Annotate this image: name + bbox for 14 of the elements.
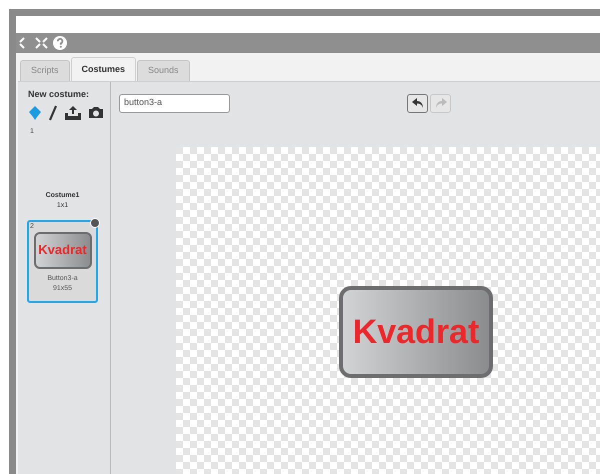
- upload-icon[interactable]: [64, 104, 82, 120]
- camera-icon[interactable]: [88, 106, 104, 119]
- undo-arrow-icon: [412, 98, 424, 108]
- pencil-icon[interactable]: [48, 104, 58, 120]
- shrink-icon[interactable]: [35, 37, 48, 49]
- costume-name-field[interactable]: button3-a: [119, 94, 230, 112]
- delete-icon[interactable]: [90, 218, 100, 228]
- new-costume-label: New costume:: [28, 88, 90, 101]
- costume-thumbnail: Kvadrat: [34, 232, 92, 268]
- help-icon[interactable]: [53, 36, 67, 50]
- costume-button-image: Kvadrat: [339, 286, 493, 378]
- undo-button[interactable]: [407, 94, 428, 112]
- redo-arrow-icon: [434, 98, 446, 108]
- tab[interactable]: Costumes: [70, 57, 136, 81]
